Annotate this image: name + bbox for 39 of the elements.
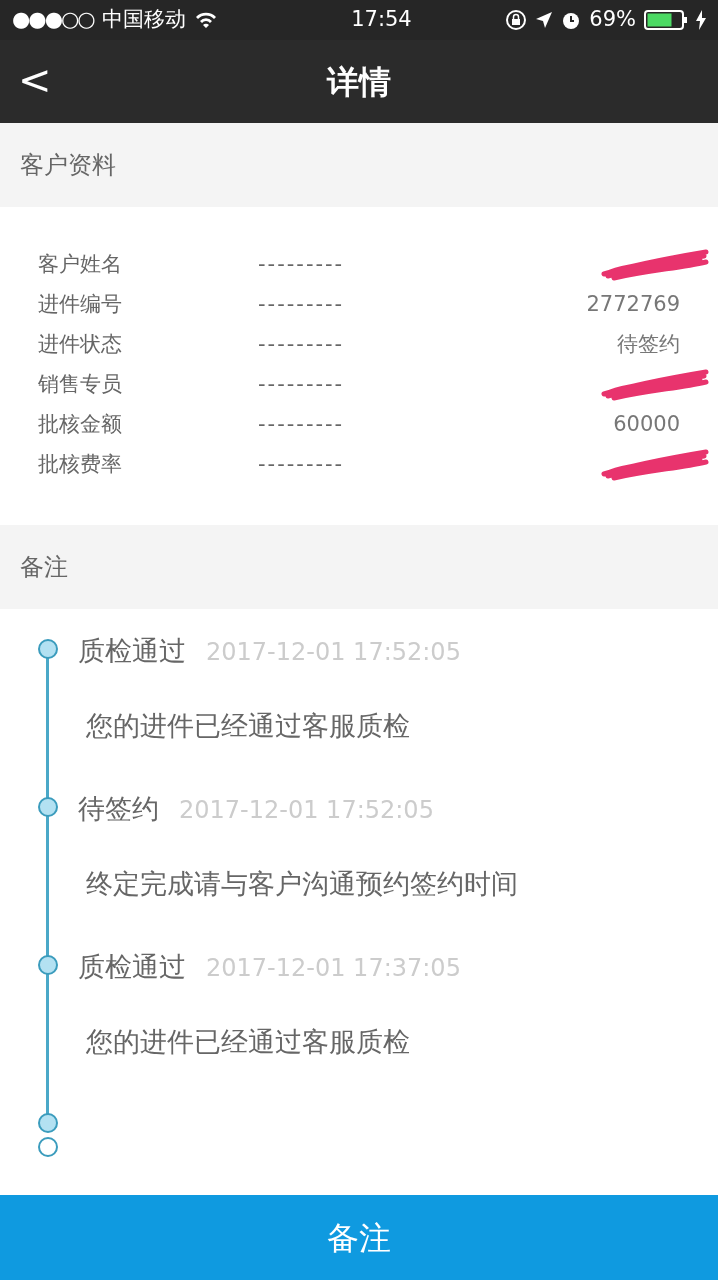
battery-percentage: 69% [589, 6, 636, 34]
timeline-dot [38, 639, 58, 659]
event-message: 您的进件已经通过客服质检 [86, 708, 410, 743]
battery-icon [644, 10, 688, 30]
field-label: 客户姓名 [37, 251, 123, 279]
event-title: 质检通过 [78, 635, 186, 666]
location-arrow-icon [535, 11, 554, 29]
field-label: 进件编号 [37, 291, 123, 319]
timeline-dot [38, 1113, 58, 1133]
charging-bolt-icon [696, 10, 706, 30]
dash-separator: --------- [258, 371, 346, 399]
dash-separator: --------- [258, 451, 346, 479]
event-message: 您的进件已经通过客服质检 [86, 1024, 410, 1059]
field-value: 60000 [613, 412, 680, 437]
timeline-dot [38, 797, 58, 817]
field-label: 进件状态 [37, 331, 123, 359]
dash-separator: --------- [258, 411, 346, 439]
signal-strength: ●●●○○ [12, 6, 94, 34]
dash-separator: --------- [258, 291, 346, 319]
field-label: 批核费率 [37, 451, 123, 479]
field-value: 2772769 [586, 292, 680, 317]
timeline-dot [38, 955, 58, 975]
section-title: 备注 [20, 552, 68, 583]
dash-separator: --------- [258, 251, 346, 279]
section-title: 客户资料 [20, 150, 116, 181]
back-button[interactable]: < [10, 56, 60, 104]
field-label: 销售专员 [37, 371, 123, 399]
event-message: 终定完成请与客户沟通预约签约时间 [86, 866, 518, 901]
rotation-lock-icon [505, 9, 528, 31]
timeline-end-dot [38, 1137, 58, 1157]
field-value: 待签约 [617, 332, 680, 357]
page-title: 详情 [327, 61, 391, 103]
dash-separator: --------- [258, 331, 346, 359]
alarm-clock-icon [561, 10, 582, 30]
event-title: 质检通过 [78, 951, 186, 982]
field-label: 批核金额 [37, 411, 123, 439]
event-title: 待签约 [78, 793, 159, 824]
carrier-name: 中国移动 [101, 6, 186, 34]
clock: 17:54 [351, 6, 412, 34]
